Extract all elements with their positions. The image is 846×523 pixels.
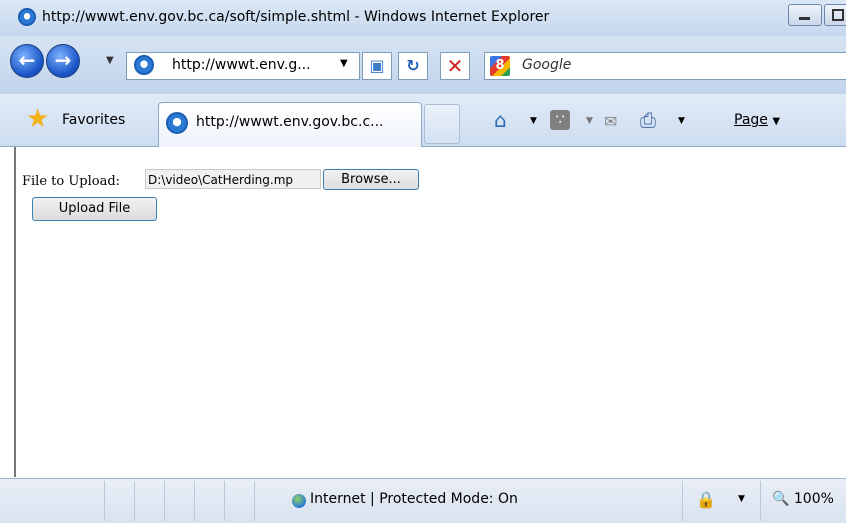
ie-logo-icon (18, 8, 36, 26)
file-path-input[interactable]: D:\video\CatHerding.mp (145, 169, 321, 189)
globe-icon (292, 494, 306, 508)
print-dropdown-icon[interactable]: ▼ (678, 116, 685, 126)
security-zone-status[interactable]: Internet | Protected Mode: On (310, 491, 518, 507)
status-divider (104, 481, 105, 521)
new-tab-button[interactable] (424, 104, 460, 144)
minimize-icon (799, 17, 810, 20)
forward-button[interactable]: → (46, 44, 80, 78)
stop-icon: ✕ (446, 54, 464, 78)
protected-mode-icon[interactable]: 🔒 (696, 490, 716, 509)
zoom-level-button[interactable]: 🔍 100% (772, 491, 834, 507)
tab-title: http://wwwt.env.gov.bc.c... (196, 114, 384, 130)
upload-file-button[interactable]: Upload File (32, 197, 157, 221)
minimize-button[interactable] (788, 4, 822, 26)
file-upload-label: File to Upload: (22, 174, 121, 189)
forward-arrow-icon: → (54, 48, 72, 72)
status-divider (164, 481, 165, 521)
zoom-icon: 🔍 (772, 491, 790, 507)
status-divider (682, 481, 683, 521)
ie-page-icon (134, 55, 154, 75)
search-placeholder: Google (522, 57, 572, 73)
maximize-icon (832, 9, 844, 21)
status-divider (134, 481, 135, 521)
window-title: http://wwwt.env.gov.bc.ca/soft/simple.sh… (42, 9, 550, 25)
rss-feed-icon[interactable]: ∵ (550, 110, 570, 130)
page-menu[interactable]: Page ▼ (734, 112, 780, 128)
rss-dropdown-icon[interactable]: ▼ (586, 116, 593, 126)
stop-button[interactable]: ✕ (440, 52, 470, 80)
tab-ie-icon (166, 112, 188, 134)
page-menu-label: Page (734, 112, 768, 128)
compatibility-view-button[interactable]: ▣ (362, 52, 392, 80)
google-icon: 8 (490, 56, 510, 76)
refresh-button[interactable]: ↻ (398, 52, 428, 80)
refresh-icon: ↻ (406, 56, 420, 75)
back-button[interactable]: ← (10, 44, 44, 78)
maximize-button[interactable] (824, 4, 846, 26)
zone-dropdown-icon[interactable]: ▼ (738, 494, 745, 504)
favorites-label: Favorites (62, 112, 126, 128)
compatibility-view-icon: ▣ (369, 56, 385, 75)
print-icon[interactable]: ⎙ (640, 108, 656, 132)
status-divider (224, 481, 225, 521)
home-dropdown-icon[interactable]: ▼ (530, 116, 537, 126)
history-dropdown-button[interactable]: ▼ (106, 55, 114, 66)
back-arrow-icon: ← (18, 48, 36, 72)
security-zone-text: Internet | Protected Mode: On (310, 491, 518, 507)
zoom-level-text: 100% (793, 491, 834, 507)
star-icon: ★ (26, 104, 50, 134)
status-divider (254, 481, 255, 521)
status-divider (760, 481, 761, 521)
address-text: http://wwwt.env.g... (172, 57, 311, 73)
status-divider (194, 481, 195, 521)
home-icon[interactable]: ⌂ (494, 108, 507, 132)
address-dropdown-icon[interactable]: ▼ (340, 58, 348, 69)
mail-icon[interactable]: ✉ (604, 112, 617, 131)
browse-button[interactable]: Browse... (323, 169, 419, 190)
chevron-down-icon: ▼ (772, 116, 781, 127)
